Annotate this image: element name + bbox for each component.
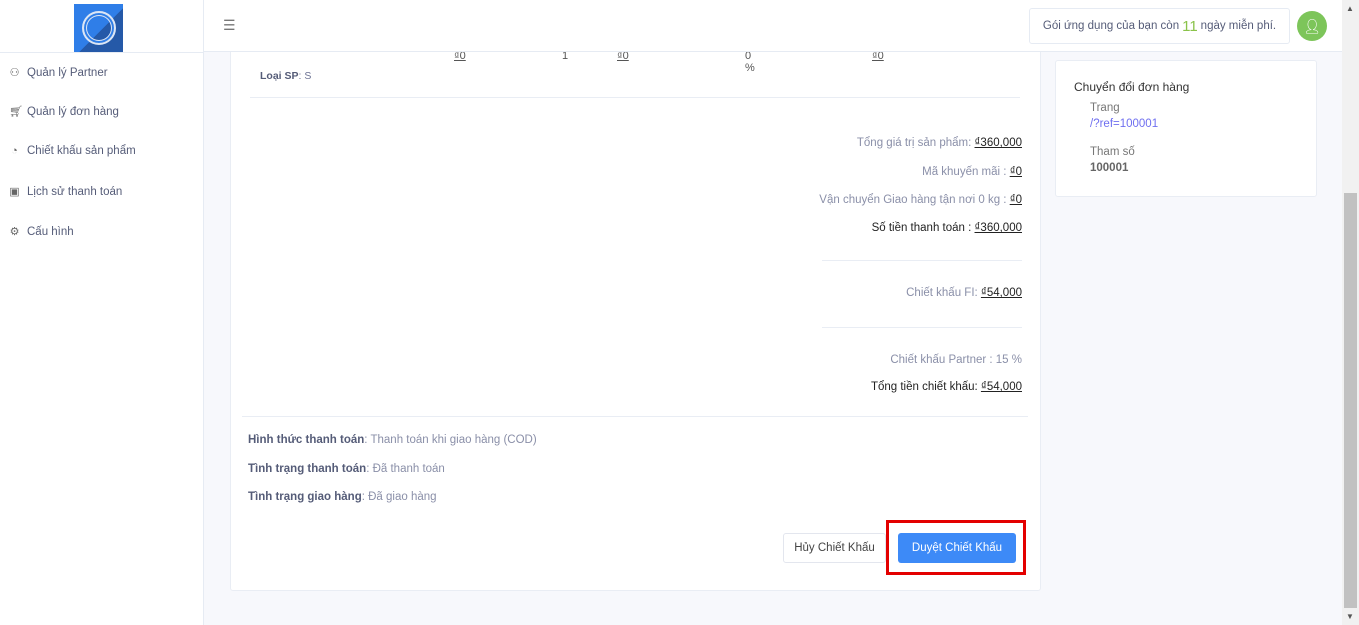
user-icon: 👤︎	[1303, 17, 1321, 34]
page-label: Trang	[1090, 102, 1120, 114]
cancel-discount-button[interactable]: Hủy Chiết Khấu	[783, 533, 886, 563]
sidebar-item-orders[interactable]: 🛒︎ Quản lý đơn hàng	[9, 105, 119, 119]
sidebar: ⚇ Quản lý Partner 🛒︎ Quản lý đơn hàng ◔ Chi…	[0, 0, 204, 625]
payment-status: Tình trạng thanh toán: Đã thanh toán	[248, 463, 445, 475]
total-discount: Tổng tiền chiết khấu: ₫54,000	[870, 381, 1022, 393]
conversion-title: Chuyển đổi đơn hàng	[1074, 80, 1190, 94]
payment-method: Hình thức thanh toán: Thanh toán khi gia…	[248, 434, 537, 446]
divider	[242, 416, 1028, 417]
user-avatar[interactable]: 👤︎	[1297, 11, 1327, 41]
nav-label: Quản lý đơn hàng	[27, 105, 119, 118]
scrollbar[interactable]: ▲ ▼	[1342, 0, 1359, 625]
scroll-down-icon[interactable]: ▼	[1346, 612, 1354, 621]
nav-label: Lịch sử thanh toán	[27, 185, 123, 198]
product-type-label: Loại SP	[260, 70, 299, 82]
sidebar-item-product-discount[interactable]: ◔ Chiết khấu sản phẩm	[9, 145, 136, 157]
divider	[822, 260, 1022, 261]
sitemap-icon: ⚇	[9, 67, 20, 79]
sidebar-item-partner[interactable]: ⚇ Quản lý Partner	[9, 66, 108, 80]
trial-days: 11	[1182, 17, 1198, 35]
conversion-card: Chuyển đổi đơn hàng Trang /?ref=100001 T…	[1055, 60, 1317, 197]
scrollbar-thumb[interactable]	[1344, 193, 1357, 608]
trial-notice: Gói ứng dụng của bạn còn 11 ngày miễn phí.	[1029, 8, 1290, 44]
nav-label: Chiết khấu sản phẩm	[27, 145, 136, 157]
payment-amount: Số tiền thanh toán : ₫360,000	[871, 222, 1022, 234]
fi-discount: Chiết khấu FI: ₫54,000	[906, 287, 1022, 299]
product-discount-percent: 0 %	[745, 50, 755, 74]
menu-toggle-icon[interactable]: ☰	[223, 17, 236, 34]
delivery-status: Tình trạng giao hàng: Đã giao hàng	[248, 491, 437, 503]
nav-label: Cấu hình	[27, 225, 74, 238]
header: ☰ Gói ứng dụng của bạn còn 11 ngày miễn ph…	[204, 0, 1342, 52]
wallet-icon: ▣	[9, 186, 20, 198]
divider	[250, 97, 1020, 98]
subtotal: Tổng giá trị sản phẩm: ₫360,000	[856, 137, 1022, 149]
shipping: Vận chuyển Giao hàng tận nơi 0 kg : ₫0	[819, 194, 1022, 206]
page-link[interactable]: /?ref=100001	[1090, 118, 1158, 130]
gear-icon: ⚙	[9, 226, 20, 238]
product-type-value: : S	[298, 70, 312, 82]
divider	[822, 327, 1022, 328]
order-detail-card: ₫0 1 ₫0 0 % ₫0	[230, 40, 1041, 591]
logo[interactable]	[74, 4, 123, 52]
sidebar-item-payment-history[interactable]: ▣ Lịch sử thanh toán	[9, 185, 123, 199]
cart-icon: 🛒︎	[9, 106, 23, 118]
nav-label: Quản lý Partner	[27, 66, 108, 79]
highlight-box	[886, 520, 1026, 575]
promo-code: Mã khuyến mãi : ₫0	[922, 166, 1022, 178]
param-value: 100001	[1090, 162, 1129, 174]
param-label: Tham số	[1090, 146, 1135, 158]
partner-discount: Chiết khấu Partner : 15 %	[890, 354, 1022, 366]
sidebar-item-settings[interactable]: ⚙ Cấu hình	[9, 225, 74, 239]
pie-chart-icon: ◔	[11, 145, 18, 157]
product-type: Loại SP: S	[260, 70, 311, 82]
scroll-up-icon[interactable]: ▲	[1346, 4, 1354, 13]
